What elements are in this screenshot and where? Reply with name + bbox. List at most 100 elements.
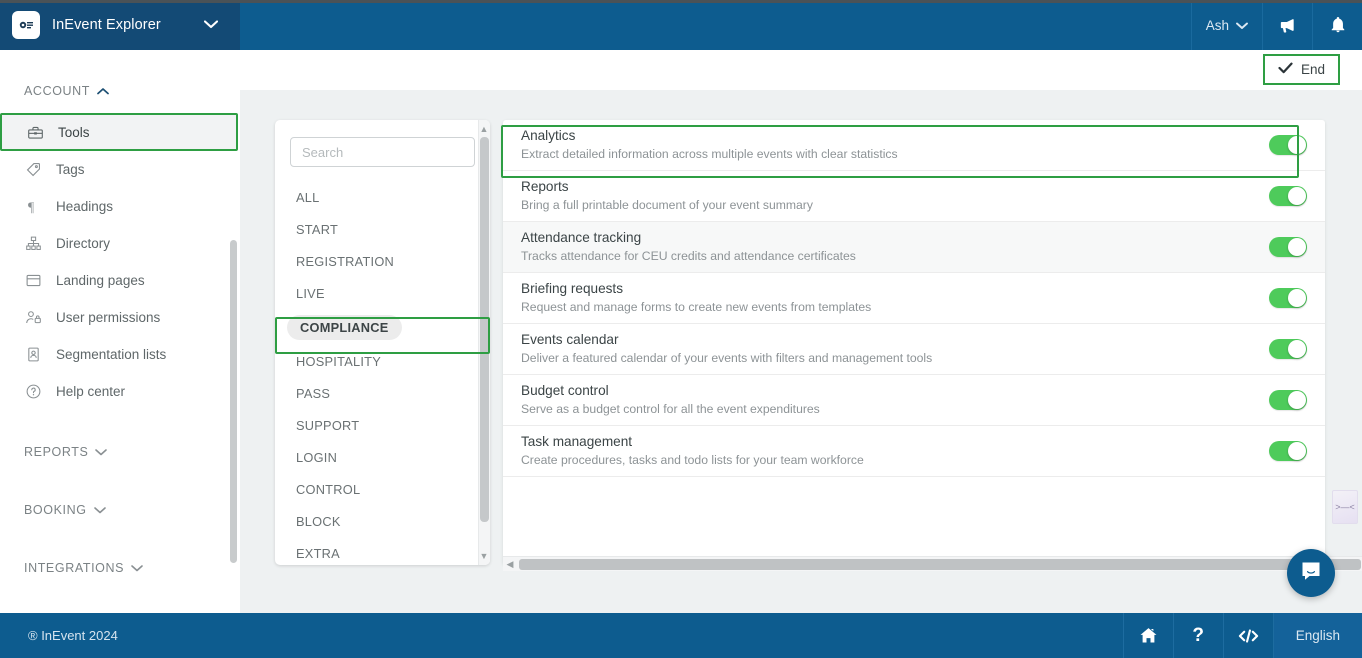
content-header-bar bbox=[240, 50, 1362, 90]
sidebar-section-integrations[interactable]: INTEGRATIONS bbox=[0, 552, 240, 584]
category-item-registration[interactable]: REGISTRATION bbox=[275, 245, 490, 277]
end-button[interactable]: End bbox=[1262, 54, 1340, 85]
sidebar-item-tools[interactable]: Tools bbox=[0, 113, 238, 151]
chevron-down-icon bbox=[95, 445, 108, 459]
category-item-support[interactable]: SUPPORT bbox=[275, 409, 490, 441]
sidebar-item-landing-pages[interactable]: Landing pages bbox=[0, 262, 240, 299]
brand-selector[interactable]: InEvent Explorer bbox=[0, 0, 240, 50]
tool-description: Deliver a featured calendar of your even… bbox=[521, 351, 933, 365]
footer-bar: ® InEvent 2024 ? English bbox=[0, 613, 1362, 658]
tool-toggle[interactable] bbox=[1269, 339, 1307, 359]
tool-text-group: Briefing requests Request and manage for… bbox=[521, 281, 1269, 315]
tool-title: Budget control bbox=[521, 383, 609, 398]
id-card-icon bbox=[24, 346, 42, 363]
category-item-hospitality[interactable]: HOSPITALITY bbox=[275, 345, 490, 377]
sidebar-item-user-permissions[interactable]: User permissions bbox=[0, 299, 240, 336]
sidebar-item-tags[interactable]: Tags bbox=[0, 151, 240, 188]
panel-resize-widget[interactable]: >—< bbox=[1332, 490, 1358, 524]
svg-text:¶: ¶ bbox=[27, 200, 33, 215]
sidebar-section-account[interactable]: ACCOUNT bbox=[0, 75, 240, 107]
end-button-label: End bbox=[1300, 62, 1325, 77]
tool-toggle[interactable] bbox=[1269, 288, 1307, 308]
left-sidebar: ACCOUNT Tools Tags ¶ Headings Directory … bbox=[0, 50, 240, 613]
category-item-control[interactable]: CONTROL bbox=[275, 473, 490, 505]
workspace: ALL START REGISTRATION LIVE COMPLIANCE H… bbox=[240, 90, 1362, 613]
tool-description: Request and manage forms to create new e… bbox=[521, 300, 872, 314]
horizontal-scrollbar-thumb[interactable] bbox=[519, 558, 1361, 570]
category-item-pass[interactable]: PASS bbox=[275, 377, 490, 409]
category-item-extra[interactable]: EXTRA bbox=[275, 537, 490, 565]
chevron-down-icon bbox=[93, 503, 106, 517]
tool-row[interactable]: Task management Create procedures, tasks… bbox=[503, 426, 1325, 477]
tool-toggle[interactable] bbox=[1269, 237, 1307, 257]
footer-copyright: ® InEvent 2024 bbox=[28, 628, 118, 643]
sidebar-item-label: Landing pages bbox=[56, 273, 145, 288]
chat-launcher-button[interactable] bbox=[1287, 549, 1335, 597]
tool-title: Attendance tracking bbox=[521, 230, 642, 245]
language-selector[interactable]: English bbox=[1272, 613, 1362, 658]
category-selected-pill: COMPLIANCE bbox=[287, 314, 402, 340]
question-icon[interactable]: ? bbox=[1172, 613, 1223, 658]
question-circle-icon bbox=[24, 383, 42, 400]
tool-description: Bring a full printable document of your … bbox=[521, 198, 813, 212]
tool-text-group: Reports Bring a full printable document … bbox=[521, 179, 1269, 213]
sidebar-scrollbar-thumb[interactable] bbox=[230, 240, 237, 563]
tool-text-group: Analytics Extract detailed information a… bbox=[521, 128, 1269, 162]
tool-toggle[interactable] bbox=[1269, 390, 1307, 410]
category-scrollbar[interactable]: ▲ ▼ bbox=[478, 120, 490, 565]
sidebar-section-booking[interactable]: BOOKING bbox=[0, 494, 240, 526]
tool-row[interactable]: Analytics Extract detailed information a… bbox=[503, 120, 1325, 171]
user-menu[interactable]: Ash bbox=[1190, 0, 1262, 50]
category-item-compliance[interactable]: COMPLIANCE bbox=[275, 309, 490, 345]
home-icon[interactable] bbox=[1122, 613, 1173, 658]
tool-toggle[interactable] bbox=[1269, 186, 1307, 206]
scroll-down-arrow-icon[interactable]: ▼ bbox=[479, 551, 489, 561]
chevron-down-icon[interactable] bbox=[203, 16, 219, 34]
tool-row[interactable]: Attendance tracking Tracks attendance fo… bbox=[503, 222, 1325, 273]
check-icon bbox=[1278, 62, 1293, 77]
tool-title: Briefing requests bbox=[521, 281, 624, 296]
user-lock-icon bbox=[24, 309, 42, 326]
category-list: ALL START REGISTRATION LIVE COMPLIANCE H… bbox=[275, 181, 490, 565]
top-navigation-bar: InEvent Explorer Ash bbox=[0, 0, 1362, 50]
sidebar-item-label: Tags bbox=[56, 162, 85, 177]
code-icon[interactable] bbox=[1222, 613, 1273, 658]
sidebar-section-reports[interactable]: REPORTS bbox=[0, 436, 240, 468]
category-item-live[interactable]: LIVE bbox=[275, 277, 490, 309]
footer-actions: ? English bbox=[1122, 613, 1362, 658]
sidebar-item-label: Segmentation lists bbox=[56, 347, 167, 362]
category-scrollbar-thumb[interactable] bbox=[480, 137, 489, 522]
category-item-start[interactable]: START bbox=[275, 213, 490, 245]
scroll-left-arrow-icon[interactable]: ◀ bbox=[503, 559, 517, 570]
sidebar-item-headings[interactable]: ¶ Headings bbox=[0, 188, 240, 225]
inevent-logo-icon bbox=[12, 11, 40, 39]
category-item-login[interactable]: LOGIN bbox=[275, 441, 490, 473]
category-item-all[interactable]: ALL bbox=[275, 181, 490, 213]
tool-toggle[interactable] bbox=[1269, 441, 1307, 461]
search-box[interactable] bbox=[290, 137, 475, 167]
tool-text-group: Task management Create procedures, tasks… bbox=[521, 434, 1269, 468]
tool-row[interactable]: Budget control Serve as a budget control… bbox=[503, 375, 1325, 426]
sidebar-section-account-label: ACCOUNT bbox=[24, 84, 91, 98]
tool-row[interactable]: Events calendar Deliver a featured calen… bbox=[503, 324, 1325, 375]
chevron-down-icon bbox=[1236, 18, 1248, 33]
bell-icon[interactable] bbox=[1312, 0, 1362, 50]
sidebar-item-segmentation-lists[interactable]: Segmentation lists bbox=[0, 336, 240, 373]
tools-horizontal-scrollbar[interactable]: ◀ bbox=[503, 556, 1362, 571]
tool-row[interactable]: Reports Bring a full printable document … bbox=[503, 171, 1325, 222]
scroll-up-arrow-icon[interactable]: ▲ bbox=[479, 124, 489, 134]
tool-text-group: Budget control Serve as a budget control… bbox=[521, 383, 1269, 417]
sidebar-item-directory[interactable]: Directory bbox=[0, 225, 240, 262]
tool-text-group: Events calendar Deliver a featured calen… bbox=[521, 332, 1269, 366]
tool-toggle[interactable] bbox=[1269, 135, 1307, 155]
category-item-block[interactable]: BLOCK bbox=[275, 505, 490, 537]
category-panel: ALL START REGISTRATION LIVE COMPLIANCE H… bbox=[275, 120, 490, 565]
sidebar-item-help-center[interactable]: Help center bbox=[0, 373, 240, 410]
megaphone-icon[interactable] bbox=[1262, 0, 1312, 50]
tag-icon bbox=[24, 161, 42, 178]
tool-row[interactable]: Briefing requests Request and manage for… bbox=[503, 273, 1325, 324]
sidebar-item-label: Tools bbox=[58, 124, 90, 140]
chevron-up-icon bbox=[97, 84, 109, 98]
search-input[interactable] bbox=[302, 144, 463, 160]
sidebar-item-label: Headings bbox=[56, 199, 114, 214]
